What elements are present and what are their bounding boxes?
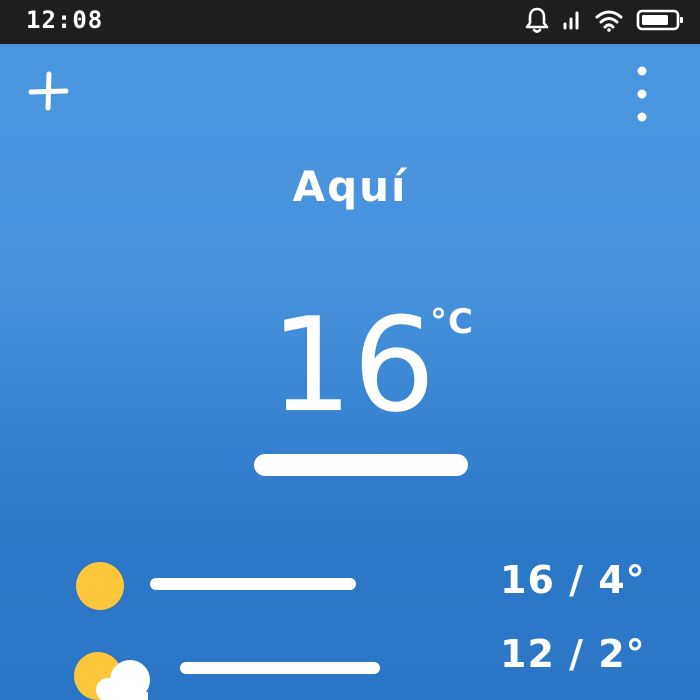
location-name: Aquí — [292, 162, 408, 211]
condition-placeholder — [254, 454, 468, 476]
more-vertical-icon — [637, 66, 647, 122]
forecast-row[interactable]: 12 / 2° — [0, 622, 700, 700]
signal-icon — [562, 8, 582, 36]
status-time: 12:08 — [26, 6, 104, 34]
partly-cloudy-icon — [74, 650, 154, 700]
bell-icon — [524, 6, 550, 38]
temperature-unit: °C — [430, 302, 474, 342]
forecast-row[interactable]: 16 / 4° — [0, 546, 700, 616]
weather-screen: 12:08 Aquí 16 °C 16 / 4° 12 / 2° — [0, 0, 700, 700]
current-temperature: 16 °C — [270, 290, 530, 440]
more-options-button[interactable] — [622, 62, 662, 128]
condition-bar — [150, 578, 356, 590]
battery-icon — [636, 8, 686, 36]
condition-bar — [180, 662, 380, 674]
sun-icon — [74, 560, 126, 616]
temperature-value: 16 — [270, 289, 436, 441]
wifi-icon — [594, 7, 624, 37]
status-icons — [524, 6, 686, 38]
temperature-range: 12 / 2° — [500, 632, 646, 676]
add-location-button[interactable] — [26, 68, 72, 114]
status-bar: 12:08 — [0, 0, 700, 44]
temperature-range: 16 / 4° — [500, 558, 646, 602]
plus-icon — [28, 71, 69, 111]
